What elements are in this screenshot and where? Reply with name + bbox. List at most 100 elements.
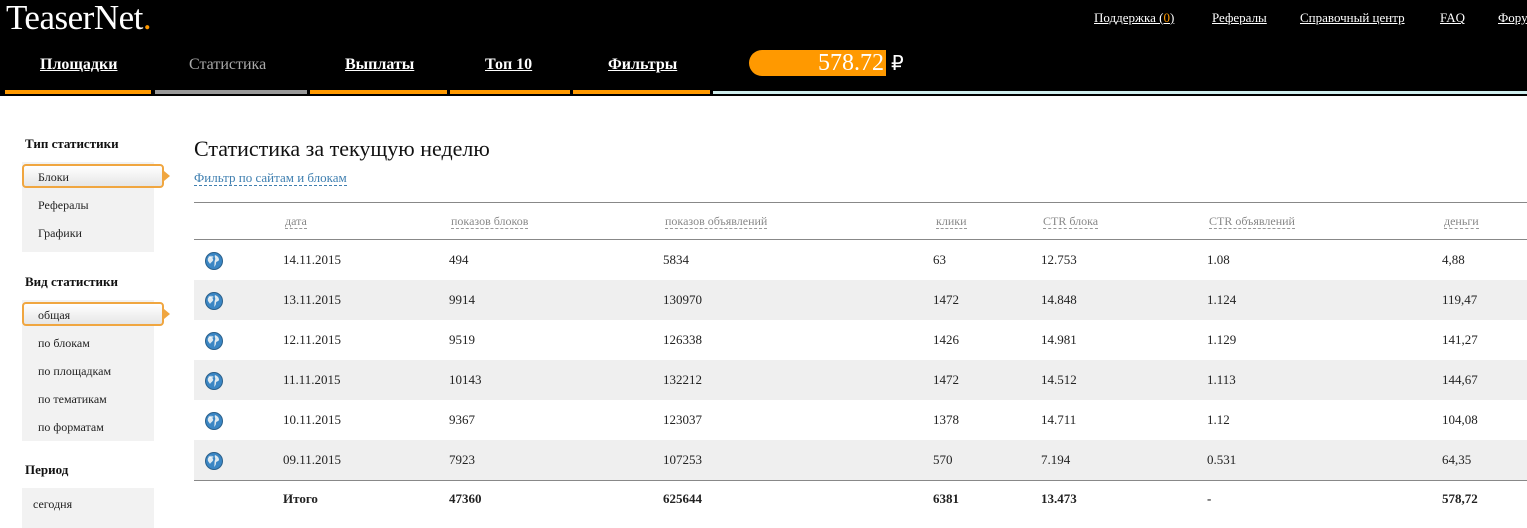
cell-clicks: 1472 (933, 372, 959, 387)
nav-tab-label: Площадки (40, 56, 118, 73)
table-total-row: Итого 47360 625644 6381 13.473 - 578,72 (194, 481, 1527, 521)
col-header-ad-views[interactable]: показов объявлений (665, 214, 768, 229)
nav-tab-top10[interactable]: Топ 10 (450, 48, 570, 96)
cell-block-views: 9367 (449, 412, 475, 427)
nav-tab-statistics[interactable]: Статистика (155, 48, 307, 96)
cell-block-views: 9914 (449, 292, 475, 307)
table-row: 09.11.2015 7923 107253 570 7.194 0.531 64,35 (194, 440, 1527, 480)
header: TeaserNet. Поддержка (0) Рефералы Справо… (0, 0, 1527, 96)
cell-date: 10.11.2015 (283, 412, 342, 427)
logo[interactable]: TeaserNet. (6, 0, 152, 38)
sidebar-item-by-topics[interactable]: по тематикам (38, 392, 107, 407)
cell-clicks: 1426 (933, 332, 959, 347)
cell-money: 141,27 (1442, 332, 1478, 347)
cell-ctr-ads: 0.531 (1207, 452, 1237, 467)
table-top-border (194, 202, 1527, 203)
cell-ctr-block: 12.753 (1041, 252, 1077, 267)
globe-icon[interactable] (204, 411, 224, 431)
cell-ctr-block: 14.981 (1041, 332, 1077, 347)
period-list: сегодня (22, 488, 154, 528)
sidebar-item-blocks[interactable]: Блоки (22, 164, 170, 188)
table-row: 10.11.2015 9367 123037 1378 14.711 1.12 104,08 (194, 400, 1527, 440)
table-row: 14.11.2015 494 5834 63 12.753 1.08 4,88 (194, 240, 1527, 280)
cell-ctr-block: 14.848 (1041, 292, 1077, 307)
logo-text: TeaserNet (6, 0, 143, 37)
cell-clicks: 1472 (933, 292, 959, 307)
cell-ctr-ads: 1.129 (1207, 332, 1237, 347)
forum-link[interactable]: Форум (1498, 10, 1527, 26)
nav-tab-sites[interactable]: Площадки (5, 48, 151, 96)
cell-block-views: 7923 (449, 452, 475, 467)
nav-tab-label: Статистика (189, 56, 267, 73)
filter-link[interactable]: Фильтр по сайтам и блокам (194, 170, 347, 186)
cell-block-views: 10143 (449, 372, 482, 387)
cell-date: 11.11.2015 (283, 372, 341, 387)
table-row: 11.11.2015 10143 132212 1472 14.512 1.113 144,… (194, 360, 1527, 400)
cell-ctr-ads: 1.113 (1207, 372, 1236, 387)
total-label: Итого (283, 491, 318, 506)
globe-icon[interactable] (204, 251, 224, 271)
nav-divider (713, 91, 1527, 94)
ruble-icon: ₽ (891, 51, 904, 75)
total-money: 578,72 (1442, 491, 1478, 506)
cell-clicks: 1378 (933, 412, 959, 427)
cell-ctr-block: 14.512 (1041, 372, 1077, 387)
sidebar-item-referrals[interactable]: Рефералы (38, 198, 89, 213)
globe-icon[interactable] (204, 291, 224, 311)
cell-money: 104,08 (1442, 412, 1478, 427)
col-header-block-views[interactable]: показов блоков (451, 214, 529, 229)
nav-tab-underline (5, 90, 151, 94)
referrals-link[interactable]: Рефералы (1212, 10, 1267, 26)
page-title: Статистика за текущую неделю (194, 136, 490, 161)
col-header-ctr-block[interactable]: CTR блока (1043, 214, 1099, 229)
stat-type-heading: Тип статистики (25, 136, 119, 151)
cell-ctr-ads: 1.124 (1207, 292, 1237, 307)
nav-tab-label: Выплаты (345, 56, 415, 73)
sidebar-item-by-formats[interactable]: по форматам (38, 420, 104, 435)
total-ad-views: 625644 (663, 491, 702, 506)
arrow-right-icon (164, 309, 170, 319)
nav-tab-underline (450, 90, 570, 94)
sidebar-item-by-blocks[interactable]: по блокам (38, 336, 90, 351)
cell-money: 119,47 (1442, 292, 1478, 307)
cell-ctr-ads: 1.08 (1207, 252, 1230, 267)
globe-icon[interactable] (204, 331, 224, 351)
nav-tab-label: Топ 10 (485, 56, 533, 73)
table-row: 13.11.2015 9914 130970 1472 14.848 1.124 119,4… (194, 280, 1527, 320)
table-row: 12.11.2015 9519 126338 1426 14.981 1.129 141,2… (194, 320, 1527, 360)
total-clicks: 6381 (933, 491, 959, 506)
support-link[interactable]: Поддержка (0) (1094, 10, 1174, 26)
nav-tab-filters[interactable]: Фильтры (573, 48, 710, 96)
col-header-money[interactable]: деньги (1444, 214, 1479, 229)
cell-date: 12.11.2015 (283, 332, 342, 347)
col-header-date[interactable]: дата (285, 214, 307, 229)
cell-ctr-block: 14.711 (1041, 412, 1077, 427)
sidebar-item-label: общая (38, 308, 71, 322)
cell-money: 4,88 (1442, 252, 1465, 267)
period-heading: Период (25, 462, 69, 477)
nav-tab-payouts[interactable]: Выплаты (310, 48, 447, 96)
cell-ctr-block: 7.194 (1041, 452, 1071, 467)
sidebar-item-charts[interactable]: Графики (38, 226, 82, 241)
cell-ad-views: 132212 (663, 372, 702, 387)
sidebar-item-today[interactable]: сегодня (33, 497, 72, 512)
cell-clicks: 63 (933, 252, 946, 267)
help-center-link[interactable]: Справочный центр (1300, 10, 1405, 26)
cell-clicks: 570 (933, 452, 953, 467)
cell-date: 14.11.2015 (283, 252, 342, 267)
balance-value: 578.72 (818, 50, 884, 76)
cell-ad-views: 130970 (663, 292, 702, 307)
total-ctr-ads: - (1207, 491, 1212, 506)
cell-block-views: 9519 (449, 332, 475, 347)
logo-dot: . (142, 0, 152, 37)
col-header-ctr-ads[interactable]: CTR объявлений (1209, 214, 1295, 229)
cell-ad-views: 107253 (663, 452, 702, 467)
col-header-clicks[interactable]: клики (936, 214, 967, 229)
sidebar-item-label: Блоки (38, 170, 69, 184)
sidebar-item-by-sites[interactable]: по площадкам (38, 364, 111, 379)
sidebar-item-general[interactable]: общая (22, 302, 170, 326)
nav-tab-label: Фильтры (608, 56, 678, 73)
globe-icon[interactable] (204, 451, 224, 471)
faq-link[interactable]: FAQ (1440, 10, 1465, 26)
globe-icon[interactable] (204, 371, 224, 391)
